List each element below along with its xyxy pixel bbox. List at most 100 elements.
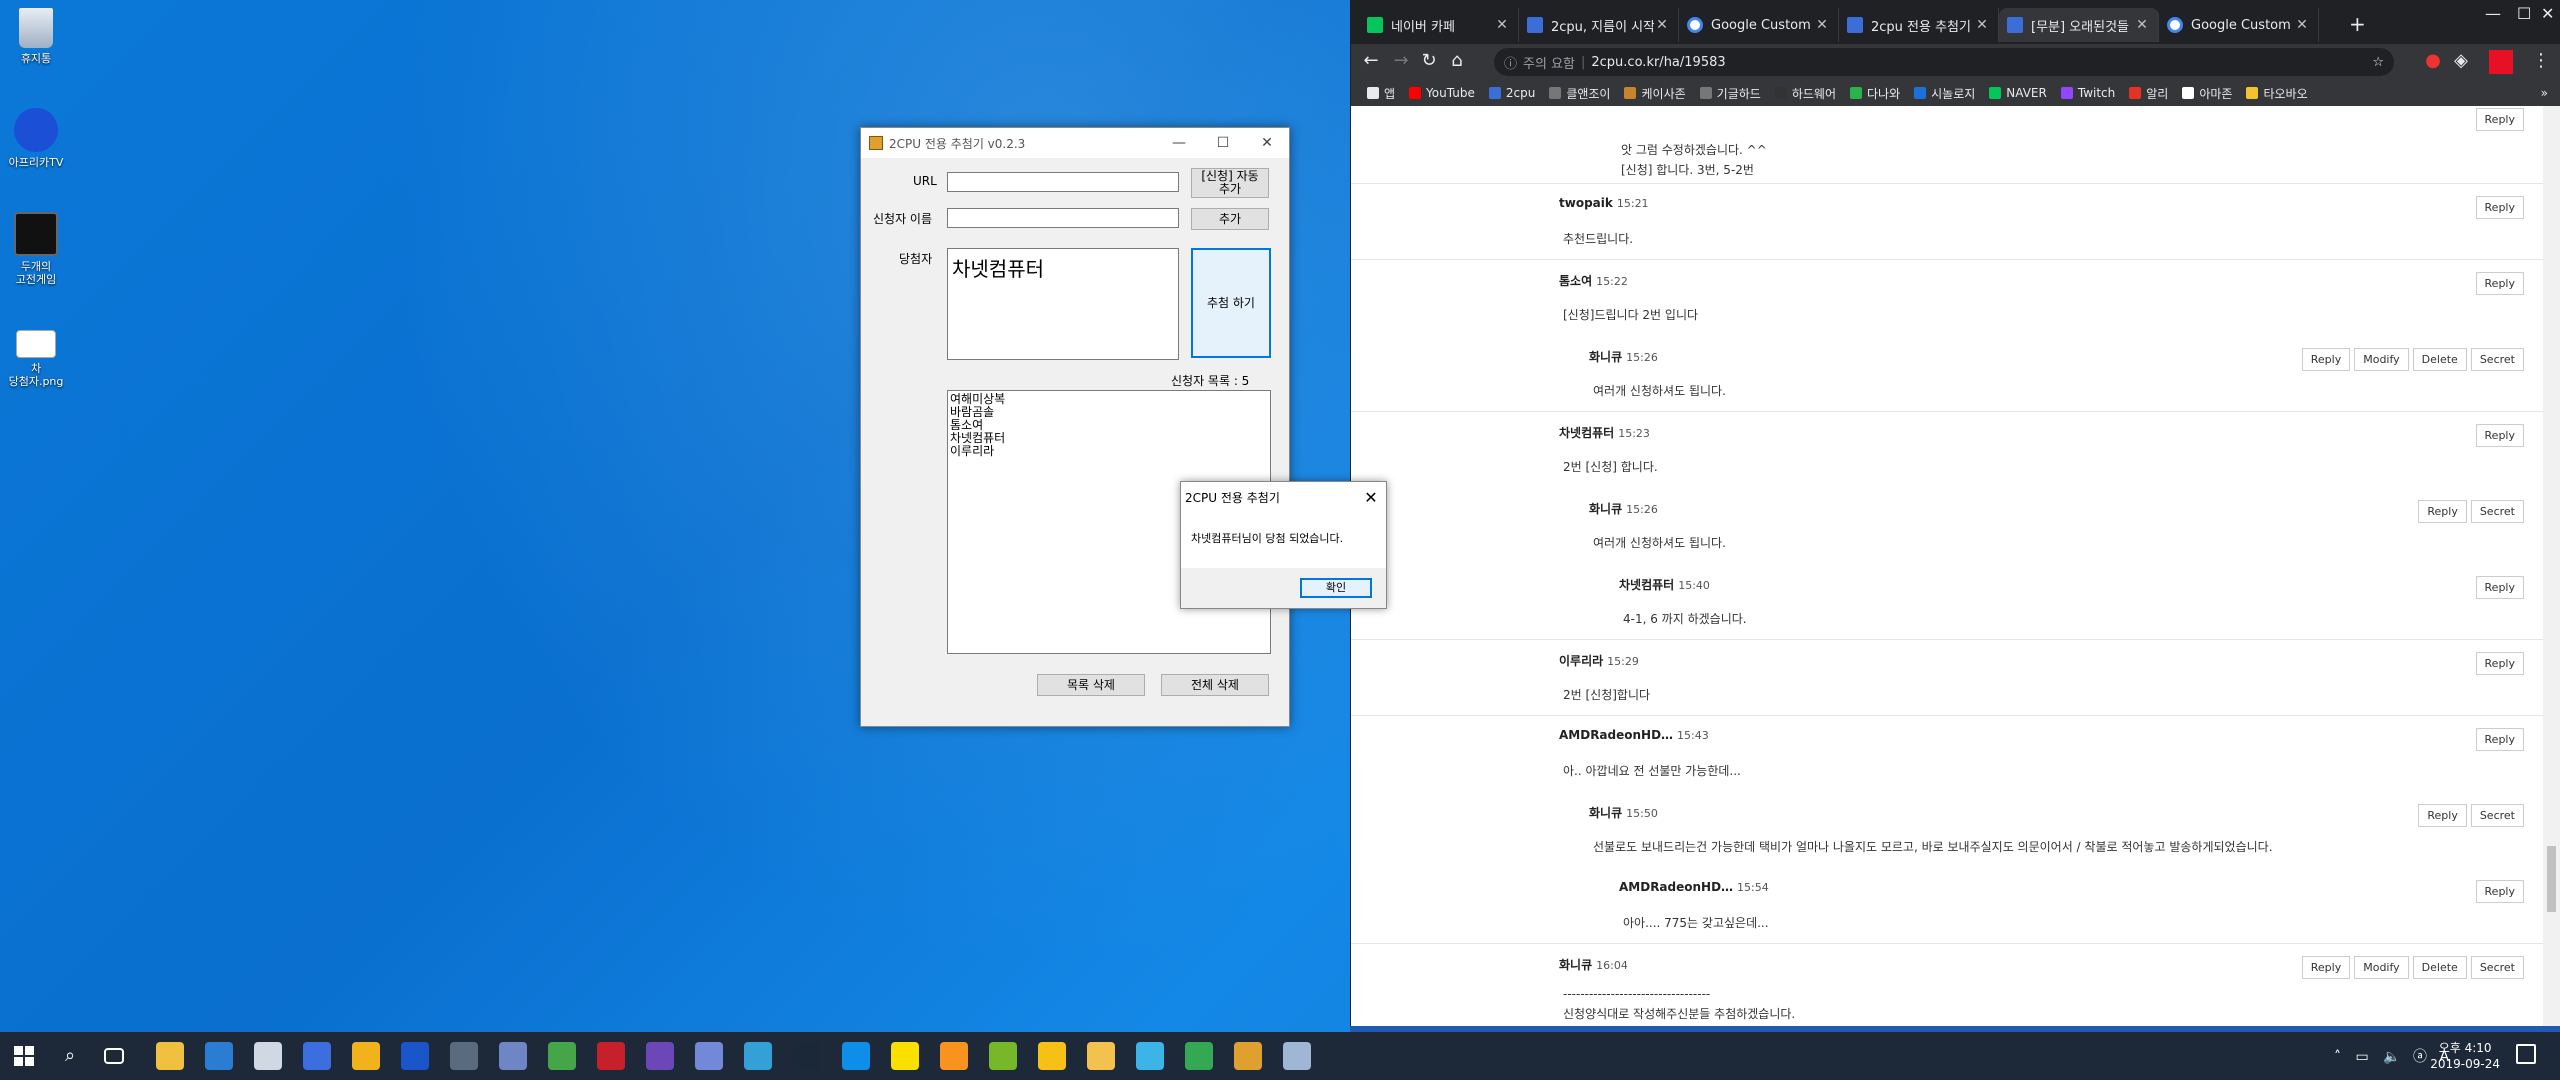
tab-naver-cafe[interactable]: 네이버 카페 ✕ (1359, 8, 1519, 42)
bookmark-clien[interactable]: 클앤조이 (1549, 85, 1610, 102)
bookmark-amazon[interactable]: 아마존 (2182, 85, 2232, 102)
tab-google-custom-search-2[interactable]: Google Custom S ✕ (2159, 8, 2319, 42)
explorer-icon[interactable] (156, 1042, 184, 1070)
bookmark-synology[interactable]: 시놀로지 (1914, 85, 1975, 102)
bookmark-gigglehd[interactable]: 기글하드 (1699, 85, 1761, 102)
reply-button[interactable]: Reply (2475, 652, 2524, 675)
steam-icon[interactable] (793, 1042, 821, 1070)
bookmark-youtube[interactable]: YouTube (1409, 86, 1475, 100)
puzzle-icon[interactable] (352, 1042, 380, 1070)
secret-button[interactable]: Secret (2470, 956, 2524, 979)
photos-icon[interactable] (499, 1042, 527, 1070)
discord-icon[interactable] (695, 1042, 723, 1070)
chevron-up-icon[interactable]: ˄ (2334, 1049, 2341, 1065)
search-icon[interactable]: ⌕ (56, 1042, 84, 1070)
menu-icon[interactable]: ⋮ (2529, 50, 2553, 71)
desktop-icon-png-file[interactable]: 차 당첨자.png (0, 330, 74, 388)
list-item[interactable]: 이루리라 (950, 445, 1268, 458)
close-icon[interactable]: ✕ (2134, 17, 2150, 33)
close-icon[interactable]: ✕ (2294, 17, 2310, 33)
torrent-icon[interactable] (989, 1042, 1017, 1070)
secret-button[interactable]: Secret (2470, 804, 2524, 827)
u-app-icon[interactable] (303, 1042, 331, 1070)
reply-button[interactable]: Reply (2301, 956, 2351, 979)
teamviewer-icon[interactable] (842, 1042, 870, 1070)
calc-icon[interactable] (450, 1042, 478, 1070)
add-button[interactable]: 추가 (1191, 208, 1269, 230)
close-icon[interactable]: ✕ (1814, 17, 1830, 33)
bookmark-apps[interactable]: 앱 (1367, 85, 1395, 102)
home-icon[interactable]: ⌂ (1445, 50, 1469, 71)
close-icon[interactable]: ✕ (1654, 17, 1670, 33)
minimize-button[interactable]: — (1157, 135, 1201, 151)
m-app-icon[interactable] (401, 1042, 429, 1070)
reload-icon[interactable]: ↻ (1417, 50, 1441, 71)
player-icon[interactable] (1038, 1042, 1066, 1070)
reply-button[interactable]: Reply (2418, 804, 2467, 827)
url-input[interactable] (947, 172, 1179, 192)
close-window-button[interactable]: ✕ (2541, 4, 2554, 23)
ok-button[interactable]: 확인 (1300, 578, 1372, 598)
tab-2cpu[interactable]: 2cpu, 지름이 시작 ✕ (1519, 8, 1679, 42)
reply-button[interactable]: Reply (2475, 424, 2524, 447)
feather-icon[interactable] (1283, 1042, 1311, 1070)
secret-button[interactable]: Secret (2470, 500, 2524, 523)
bookmark-star-icon[interactable]: ☆ (2372, 55, 2384, 70)
reply-button[interactable]: Reply (2301, 348, 2351, 371)
auto-add-button[interactable]: [신청] 자동 추가 (1191, 168, 1269, 198)
delete-list-button[interactable]: 목록 삭제 (1037, 674, 1145, 696)
desktop-icon-games[interactable]: 두개의 고전게임 (0, 212, 74, 286)
reply-button[interactable]: Reply (2418, 500, 2467, 523)
reply-button[interactable]: Reply (2475, 880, 2524, 903)
bookmark-hardware[interactable]: 하드웨어 (1774, 85, 1836, 102)
forward-icon[interactable]: → (1389, 50, 1413, 71)
mail-icon[interactable] (254, 1042, 282, 1070)
ime-icon[interactable]: ⓐ (2413, 1049, 2427, 1065)
page-scrollbar[interactable] (2543, 106, 2560, 1032)
tab-google-custom-search-1[interactable]: Google Custom S ✕ (1679, 8, 1839, 42)
modify-button[interactable]: Modify (2354, 348, 2409, 371)
bookmark-quasarzone[interactable]: 케이사존 (1624, 85, 1686, 102)
bookmark-taobao[interactable]: 타오바오 (2246, 85, 2308, 102)
address-bar[interactable]: ⓘ 주의 요함 | 2cpu.co.kr/ha/19583 ☆ (1494, 48, 2394, 76)
list-item[interactable]: 여해미상복 (950, 393, 1268, 406)
bookmark-danawa[interactable]: 다나와 (1850, 85, 1900, 102)
folder-icon[interactable] (1087, 1042, 1115, 1070)
bookmark-2cpu[interactable]: 2cpu (1488, 86, 1535, 100)
winner-textbox[interactable]: 차넷컴퓨터 (947, 248, 1179, 360)
purple-app-icon[interactable] (646, 1042, 674, 1070)
app-window-icon[interactable] (1234, 1042, 1262, 1070)
reply-button[interactable]: Reply (2475, 196, 2524, 219)
minimize-button[interactable]: — (2485, 4, 2501, 23)
task-view-icon[interactable] (104, 1048, 124, 1064)
maximize-button[interactable]: ☐ (1201, 135, 1245, 151)
back-icon[interactable]: ← (1359, 50, 1383, 71)
modify-button[interactable]: Modify (2354, 956, 2409, 979)
reply-button[interactable]: Reply (2475, 272, 2524, 295)
maximize-button[interactable]: ☐ (2517, 4, 2531, 23)
extension-icon[interactable]: ● (2421, 50, 2445, 71)
delete-button[interactable]: Delete (2412, 956, 2467, 979)
scrollbar-thumb[interactable] (2547, 846, 2556, 912)
flash-icon[interactable] (597, 1042, 625, 1070)
reply-button[interactable]: Reply (2475, 576, 2524, 599)
windows-start-icon[interactable] (14, 1046, 34, 1066)
chat-icon[interactable] (940, 1042, 968, 1070)
reply-button[interactable]: Reply (2475, 728, 2524, 751)
network-icon[interactable]: ▭ (2355, 1049, 2368, 1065)
profile-avatar[interactable] (2489, 50, 2513, 74)
delete-all-button[interactable]: 전체 삭제 (1161, 674, 1269, 696)
extension-icon-2[interactable]: ◈ (2449, 50, 2473, 71)
secret-button[interactable]: Secret (2470, 348, 2524, 371)
bird-icon[interactable] (744, 1042, 772, 1070)
close-button[interactable]: ✕ (1245, 135, 1289, 151)
close-icon[interactable]: ✕ (1356, 488, 1386, 507)
clock[interactable]: 오후 4:10 2019-09-24 (2430, 1040, 2500, 1072)
tab-free-share[interactable]: [무분] 오래된것들 ✕ (1999, 8, 2159, 42)
bookmark-twitch[interactable]: Twitch (2060, 86, 2115, 100)
list-item[interactable]: 바람곰솔 (950, 406, 1268, 419)
close-icon[interactable]: ✕ (1494, 17, 1510, 33)
draw-button[interactable]: 추첨 하기 (1191, 248, 1271, 358)
chrome-icon[interactable] (1185, 1042, 1213, 1070)
bookmark-naver[interactable]: NAVER (1989, 86, 2047, 100)
